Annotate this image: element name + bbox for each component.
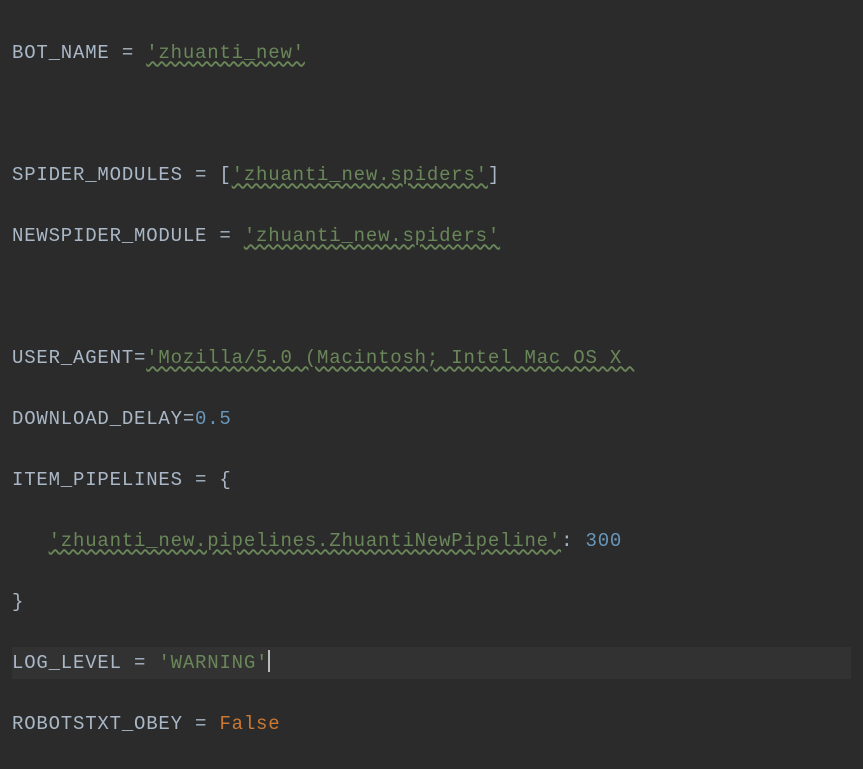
string-literal: 'zhuanti_new.spiders' <box>244 225 500 247</box>
variable-name: NEWSPIDER_MODULE <box>12 225 207 247</box>
operator: = <box>110 42 147 64</box>
blank-line[interactable] <box>12 98 851 131</box>
code-editor[interactable]: BOT_NAME = 'zhuanti_new' SPIDER_MODULES … <box>12 8 851 769</box>
code-line[interactable]: ROBOTSTXT_OBEY = False <box>12 708 851 741</box>
string-literal: 'WARNING' <box>158 652 268 674</box>
string-literal: 'zhuanti_new' <box>146 42 305 64</box>
code-line[interactable]: ITEM_PIPELINES = { <box>12 464 851 497</box>
code-line-active[interactable]: LOG_LEVEL = 'WARNING' <box>12 647 851 680</box>
code-line[interactable]: DOWNLOAD_DELAY=0.5 <box>12 403 851 436</box>
operator: = <box>134 347 146 369</box>
code-line[interactable]: SPIDER_MODULES = ['zhuanti_new.spiders'] <box>12 159 851 192</box>
code-line[interactable]: } <box>12 586 851 619</box>
variable-name: ROBOTSTXT_OBEY <box>12 713 183 735</box>
variable-name: LOG_LEVEL <box>12 652 122 674</box>
variable-name: SPIDER_MODULES <box>12 164 183 186</box>
keyword: False <box>219 713 280 735</box>
code-line[interactable]: 'zhuanti_new.pipelines.ZhuantiNewPipelin… <box>12 525 851 558</box>
text-cursor <box>268 650 270 672</box>
bracket-close: ] <box>488 164 500 186</box>
operator: = [ <box>183 164 232 186</box>
number-literal: 0.5 <box>195 408 232 430</box>
operator: = { <box>183 469 232 491</box>
operator: = <box>183 408 195 430</box>
variable-name: DOWNLOAD_DELAY <box>12 408 183 430</box>
blank-line[interactable] <box>12 281 851 314</box>
code-line[interactable]: BOT_NAME = 'zhuanti_new' <box>12 37 851 70</box>
variable-name: ITEM_PIPELINES <box>12 469 183 491</box>
colon: : <box>561 530 585 552</box>
operator: = <box>207 225 244 247</box>
string-literal: 'zhuanti_new.pipelines.ZhuantiNewPipelin… <box>49 530 561 552</box>
operator: = <box>183 713 220 735</box>
string-literal: 'Mozilla/5.0 (Macintosh; Intel Mac OS X <box>146 347 634 369</box>
code-line[interactable]: USER_AGENT='Mozilla/5.0 (Macintosh; Inte… <box>12 342 851 375</box>
variable-name: BOT_NAME <box>12 42 110 64</box>
operator: = <box>122 652 159 674</box>
brace-close: } <box>12 591 24 613</box>
indent <box>12 527 49 556</box>
number-literal: 300 <box>586 530 623 552</box>
code-line[interactable]: NEWSPIDER_MODULE = 'zhuanti_new.spiders' <box>12 220 851 253</box>
variable-name: USER_AGENT <box>12 347 134 369</box>
string-literal: 'zhuanti_new.spiders' <box>232 164 488 186</box>
